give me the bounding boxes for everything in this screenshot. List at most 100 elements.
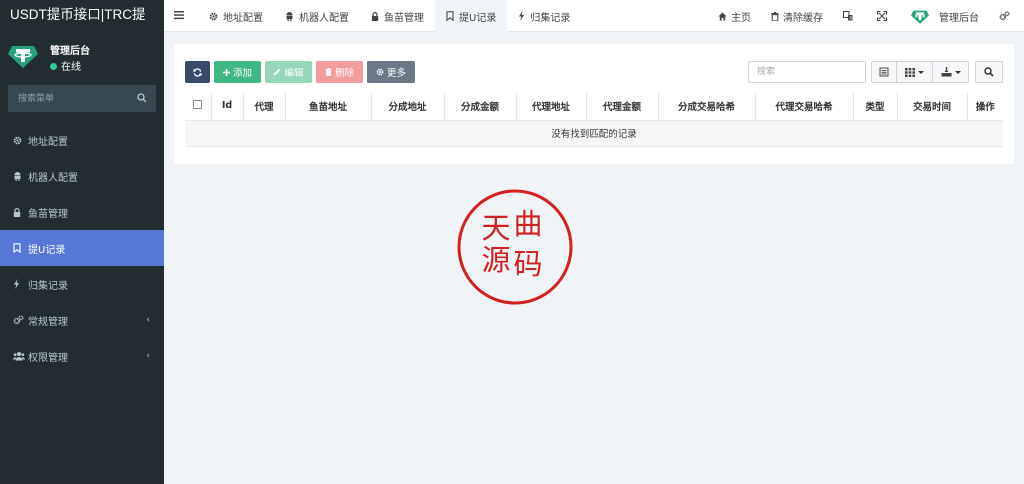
- advanced-search-button[interactable]: [975, 61, 1003, 83]
- clear-cache-button[interactable]: 清除缓存: [761, 0, 833, 32]
- user-name: 管理后台: [50, 46, 90, 57]
- gear-icon: [13, 136, 22, 144]
- edit-label: 编辑: [284, 68, 304, 79]
- caret-down-icon: [918, 70, 924, 74]
- sidebar: USDT提币接口|TRC提 管理后台 在线 地址配置 机器人配置 鱼苗管理 提U…: [0, 0, 164, 484]
- chevron-left-icon: ‹: [146, 351, 150, 361]
- caret-down-icon: [954, 70, 961, 74]
- refresh-icon: [193, 67, 202, 77]
- sidebar-item-label: 归集记录: [28, 280, 68, 292]
- tether-logo-icon: [8, 46, 38, 68]
- export-dropdown[interactable]: [933, 61, 969, 83]
- admin-profile[interactable]: 管理后台: [901, 0, 989, 32]
- search-icon[interactable]: [137, 93, 147, 103]
- fullscreen-button[interactable]: [867, 0, 901, 32]
- column-header[interactable]: 操作: [966, 92, 1003, 121]
- hamburger-menu-icon[interactable]: [172, 8, 186, 22]
- column-header[interactable]: 类型: [852, 92, 897, 121]
- sidebar-item-fry-management[interactable]: 鱼苗管理: [0, 194, 164, 230]
- bolt-icon: [519, 11, 525, 21]
- export-icon: [941, 67, 951, 77]
- tab-address-config[interactable]: 地址配置: [198, 0, 274, 32]
- column-header[interactable]: 鱼苗地址: [284, 92, 371, 121]
- home-label: 主页: [731, 12, 751, 24]
- app-title[interactable]: USDT提币接口|TRC提: [0, 0, 164, 32]
- android-icon: [286, 12, 293, 21]
- trash-icon: [771, 11, 779, 21]
- gear-icon: [376, 68, 384, 76]
- pencil-icon: [274, 68, 281, 76]
- tab-robot-config[interactable]: 机器人配置: [274, 0, 360, 32]
- tab-withdraw-records[interactable]: 提U记录: [435, 0, 508, 32]
- column-header[interactable]: Id: [210, 92, 243, 121]
- column-header[interactable]: 分成交易哈希: [657, 92, 755, 121]
- edit-button[interactable]: 编辑: [265, 61, 312, 83]
- tab-fry-management[interactable]: 鱼苗管理: [360, 0, 435, 32]
- bookmark-icon: [13, 243, 21, 253]
- delete-button[interactable]: 删除: [316, 61, 363, 83]
- tab-collection-records[interactable]: 归集记录: [507, 0, 581, 32]
- sidebar-item-permission-management[interactable]: 权限管理 ‹: [0, 338, 164, 374]
- sidebar-item-general-management[interactable]: 常规管理 ‹: [0, 302, 164, 338]
- toggle-view-button[interactable]: [871, 61, 897, 83]
- cogs-icon: [999, 11, 1010, 21]
- table-search-input[interactable]: [748, 61, 866, 83]
- sidebar-item-label: 鱼苗管理: [28, 208, 68, 220]
- sidebar-item-withdraw-records[interactable]: 提U记录: [0, 230, 164, 266]
- svg-text:天: 天: [481, 211, 510, 245]
- sidebar-item-address-config[interactable]: 地址配置: [0, 122, 164, 158]
- add-button[interactable]: 添加: [214, 61, 261, 83]
- svg-text:曲: 曲: [513, 207, 542, 241]
- sidebar-item-label: 提U记录: [28, 244, 66, 256]
- columns-dropdown[interactable]: [897, 61, 933, 83]
- gear-icon: [209, 12, 218, 20]
- column-header[interactable]: 代理: [242, 92, 285, 121]
- plus-icon: [222, 68, 230, 76]
- home-link[interactable]: 主页: [708, 0, 761, 32]
- home-icon: [718, 11, 727, 21]
- top-right-nav: 主页 清除缓存 A 管理后台: [708, 0, 1024, 32]
- column-header[interactable]: 代理地址: [515, 92, 586, 121]
- admin-label: 管理后台: [939, 12, 979, 24]
- tab-label: 提U记录: [459, 12, 497, 24]
- column-header[interactable]: 代理交易哈希: [754, 92, 853, 121]
- user-status-label: 在线: [61, 62, 81, 73]
- empty-row: 没有找到匹配的记录: [185, 120, 1003, 147]
- tab-label: 机器人配置: [299, 12, 349, 24]
- column-header[interactable]: 交易时间: [896, 92, 967, 121]
- sidebar-item-label: 地址配置: [28, 136, 68, 148]
- clear-cache-label: 清除缓存: [783, 12, 823, 24]
- table-right-tools: [748, 61, 1003, 83]
- sidebar-search-input[interactable]: [8, 85, 128, 112]
- refresh-button[interactable]: [185, 61, 210, 83]
- content-panel: 添加 编辑 删除 更多 搜索 Id 代理 鱼苗地址 分成地址 分成金额 代理地址…: [174, 44, 1014, 164]
- android-icon: [14, 172, 21, 181]
- list-view-icon: [879, 67, 889, 77]
- lock-icon: [13, 207, 21, 217]
- more-button[interactable]: 更多: [367, 61, 415, 83]
- fullscreen-icon: [877, 11, 887, 21]
- table-header-row: Id 代理 鱼苗地址 分成地址 分成金额 代理地址 代理金额 分成交易哈希 代理…: [185, 92, 1003, 121]
- column-header[interactable]: 代理金额: [585, 92, 658, 121]
- settings-button[interactable]: [989, 0, 1024, 32]
- select-all-checkbox[interactable]: [193, 99, 203, 109]
- trash-icon: [325, 68, 332, 76]
- empty-message: 没有找到匹配的记录: [185, 120, 1003, 147]
- cogs-icon: [13, 315, 24, 325]
- sidebar-item-label: 权限管理: [28, 352, 68, 364]
- table-toolbar: 添加 编辑 删除 更多: [185, 61, 419, 83]
- search-icon: [984, 67, 994, 77]
- tab-label: 鱼苗管理: [384, 12, 424, 24]
- lock-icon: [371, 11, 379, 21]
- user-panel: 管理后台 在线: [0, 32, 164, 78]
- user-status: 在线: [50, 58, 81, 73]
- column-header[interactable]: 分成金额: [443, 92, 516, 121]
- sidebar-item-robot-config[interactable]: 机器人配置: [0, 158, 164, 194]
- sidebar-item-label: 机器人配置: [28, 172, 78, 184]
- tab-label: 归集记录: [530, 12, 571, 24]
- column-header[interactable]: 分成地址: [370, 92, 444, 121]
- language-button[interactable]: A: [833, 0, 867, 32]
- records-table: Id 代理 鱼苗地址 分成地址 分成金额 代理地址 代理金额 分成交易哈希 代理…: [185, 92, 1003, 147]
- translate-icon: A: [843, 11, 853, 21]
- sidebar-item-collection-records[interactable]: 归集记录: [0, 266, 164, 302]
